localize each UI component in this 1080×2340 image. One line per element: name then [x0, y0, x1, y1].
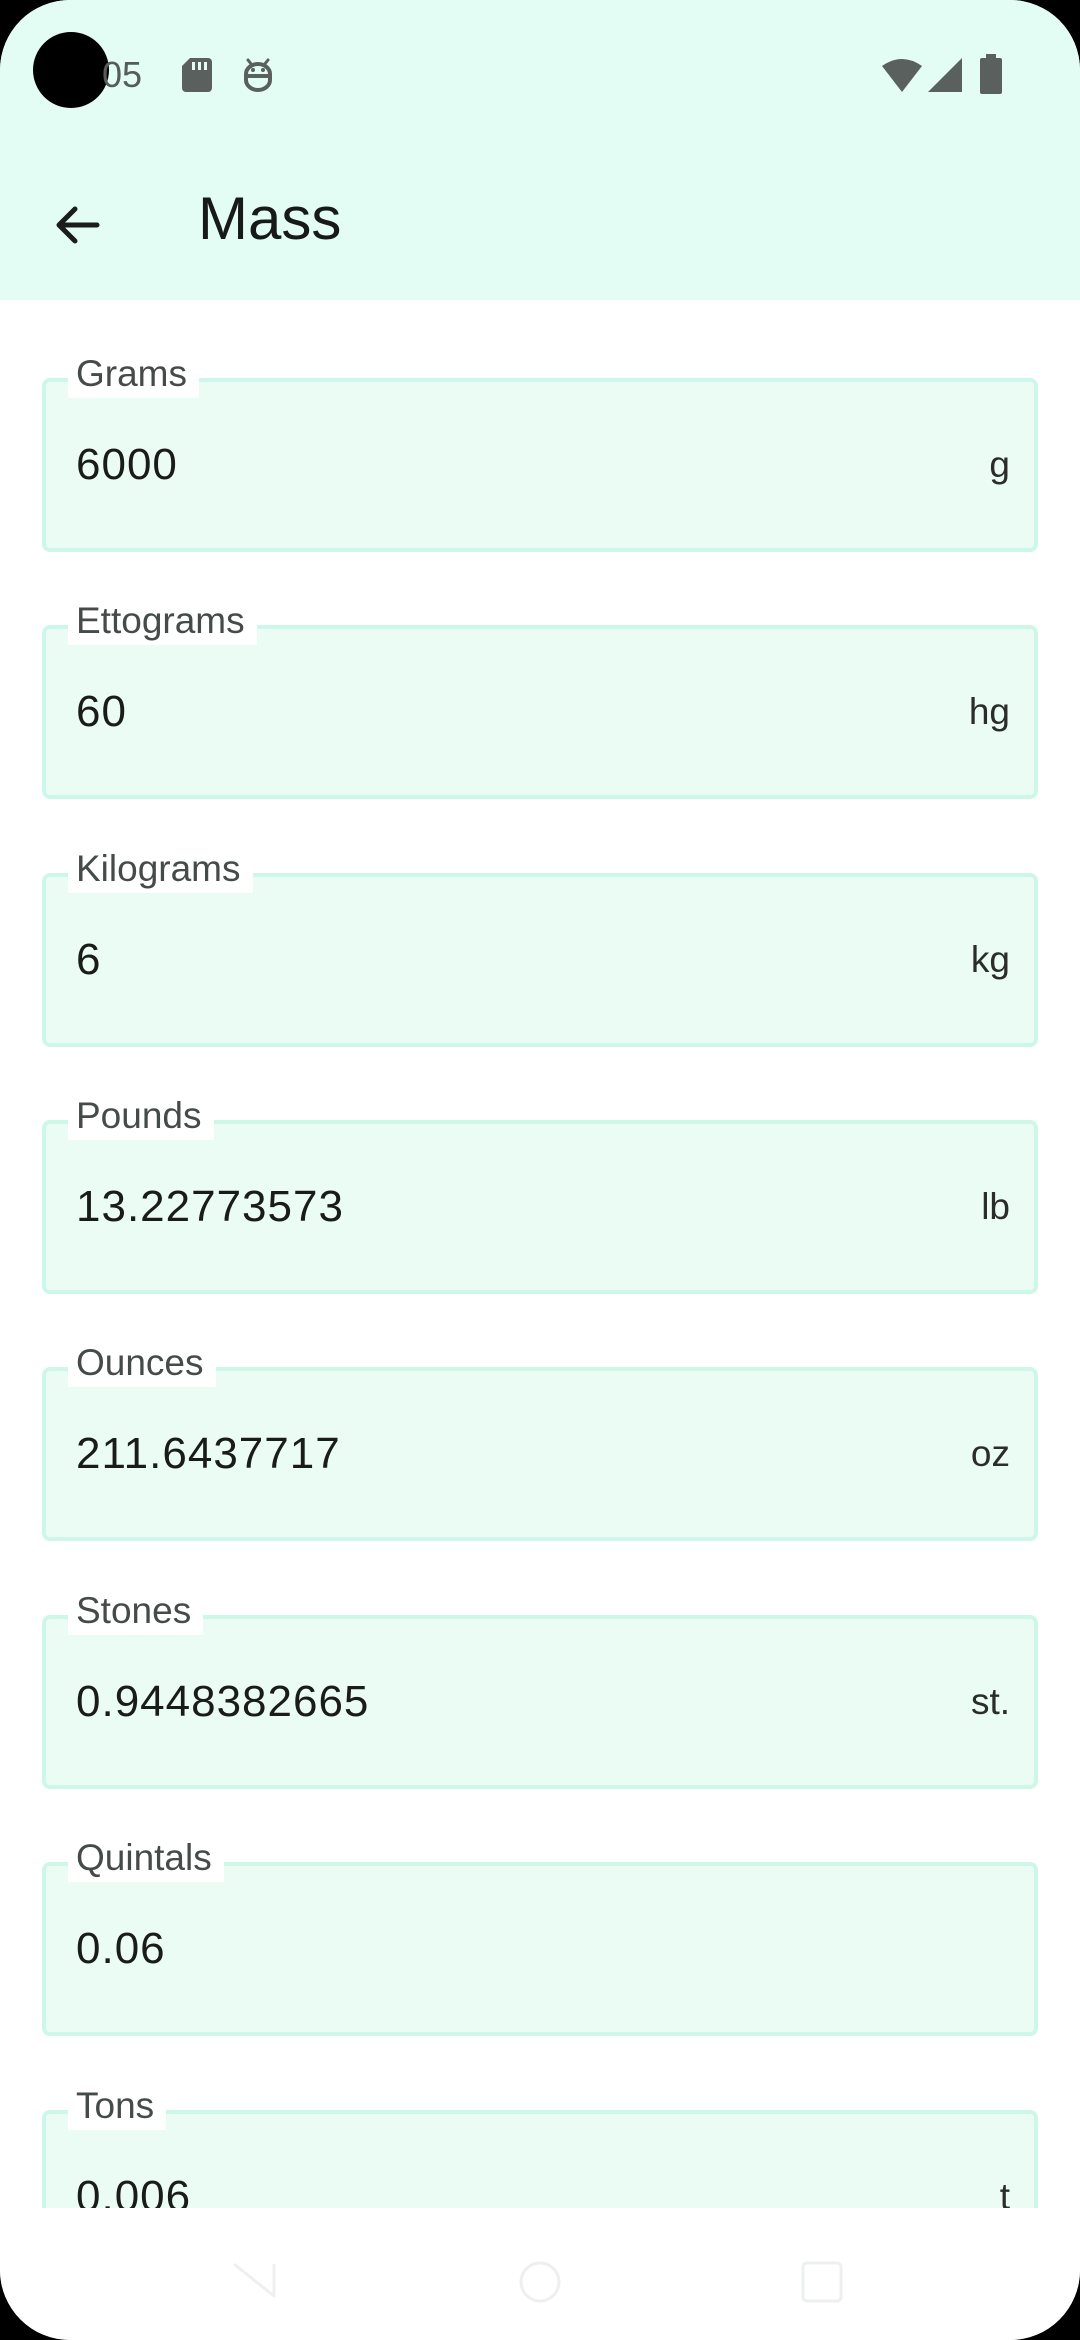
wifi-icon	[882, 58, 922, 97]
kilograms-field[interactable]: Kilograms 6 kg	[42, 845, 1038, 1047]
field-unit: hg	[968, 691, 1010, 732]
screen: 05 Mass Grams 6000 g Ettograms 60 hg Kil…	[0, 0, 1080, 2340]
field-unit: t	[999, 2176, 1010, 2208]
field-value[interactable]: 0.006	[76, 2172, 191, 2208]
field-label: Tons	[68, 2082, 167, 2130]
nav-back-icon[interactable]	[230, 2260, 278, 2305]
quintals-field[interactable]: Quintals 0.06	[42, 1834, 1038, 2036]
field-label: Ounces	[68, 1339, 216, 1387]
ounces-field[interactable]: Ounces 211.6437717 oz	[42, 1339, 1038, 1541]
navigation-bar	[0, 2208, 1080, 2340]
field-unit: st.	[970, 1681, 1010, 1722]
field-label: Quintals	[68, 1834, 224, 1882]
field-value[interactable]: 6	[76, 935, 101, 985]
camera-cutout	[33, 32, 109, 108]
field-value[interactable]: 13.22773573	[76, 1182, 344, 1232]
status-bar: 05	[0, 0, 1080, 150]
field-label: Grams	[68, 350, 199, 398]
cellular-signal-icon	[928, 58, 962, 97]
nav-home-icon[interactable]	[518, 2260, 562, 2309]
status-time: 05	[102, 54, 143, 95]
field-unit: g	[989, 444, 1010, 485]
nav-recents-icon[interactable]	[800, 2260, 844, 2309]
grams-field[interactable]: Grams 6000 g	[42, 350, 1038, 552]
app-bar: Mass	[0, 150, 1080, 300]
page-title: Mass	[198, 185, 342, 252]
field-value[interactable]: 6000	[76, 440, 178, 490]
field-label: Ettograms	[68, 597, 257, 645]
field-unit: kg	[970, 939, 1010, 980]
stones-field[interactable]: Stones 0.9448382665 st.	[42, 1587, 1038, 1789]
pounds-field[interactable]: Pounds 13.22773573 lb	[42, 1092, 1038, 1294]
field-value[interactable]: 211.6437717	[76, 1429, 341, 1479]
conversion-list[interactable]: Grams 6000 g Ettograms 60 hg Kilograms 6…	[0, 300, 1080, 2208]
field-value[interactable]: 0.06	[76, 1924, 166, 1974]
sd-card-icon	[182, 58, 212, 97]
top-app-area: 05 Mass	[0, 0, 1080, 300]
field-label: Pounds	[68, 1092, 214, 1140]
field-label: Stones	[68, 1587, 204, 1635]
field-unit: oz	[970, 1433, 1010, 1474]
android-debug-icon	[242, 56, 274, 97]
battery-icon	[980, 54, 1002, 99]
field-value[interactable]: 60	[76, 687, 127, 737]
ettograms-field[interactable]: Ettograms 60 hg	[42, 597, 1038, 799]
field-unit: lb	[981, 1186, 1010, 1227]
field-label: Kilograms	[68, 845, 253, 893]
tons-field[interactable]: Tons 0.006 t	[42, 2082, 1038, 2208]
back-button[interactable]	[40, 190, 114, 264]
field-value[interactable]: 0.9448382665	[76, 1677, 369, 1727]
arrow-back-icon	[53, 201, 101, 254]
